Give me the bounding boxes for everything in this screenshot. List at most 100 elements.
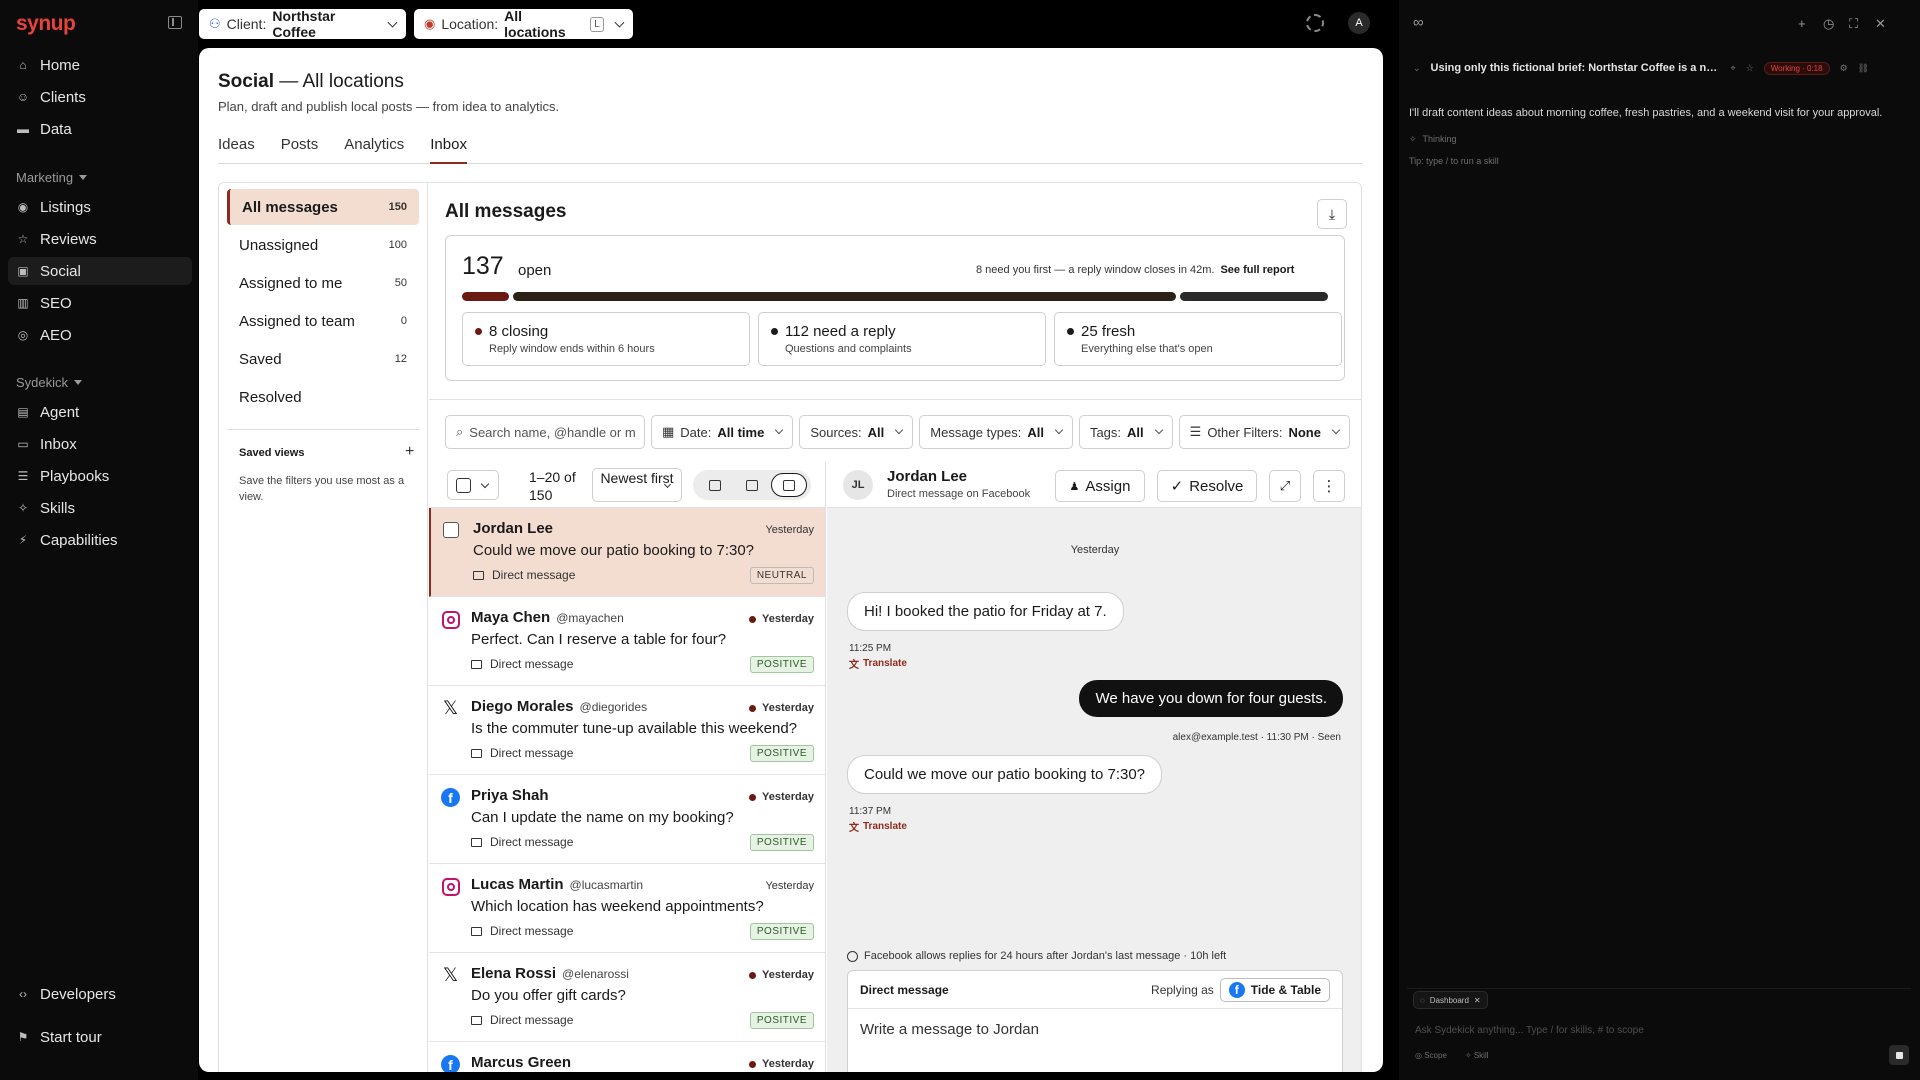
tags-filter[interactable]: Tags: All (1078, 415, 1173, 449)
context-chip[interactable]: ◌ Dashboard ✕ (1413, 991, 1488, 1009)
translate-link[interactable]: 文 Translate (849, 819, 907, 834)
link-icon[interactable]: ⛓ (1858, 63, 1869, 74)
sidebar-item-developers[interactable]: ‹› Developers (8, 980, 192, 1008)
filter-assigned-to-me[interactable]: Assigned to me 50 (227, 265, 419, 301)
close-icon[interactable]: ✕ (1474, 996, 1481, 1005)
sidebar-section-sydekick[interactable]: Sydekick (16, 375, 83, 390)
close-icon[interactable]: ✕ (1875, 16, 1886, 32)
add-saved-view-icon[interactable]: + (405, 443, 414, 461)
card-title: 8 closing (489, 323, 549, 340)
sidebar-item-clients[interactable]: ☺ Clients (8, 83, 192, 111)
summary-card-closing[interactable]: 8 closing Reply window ends within 6 hou… (462, 312, 750, 366)
sidebar-item-social[interactable]: ▣ Social (8, 257, 192, 285)
sidebar-item-listings[interactable]: ◉ Listings (8, 193, 192, 221)
filter-unassigned[interactable]: Unassigned 100 (227, 227, 419, 263)
contact-channel: Direct message on Facebook (887, 488, 1031, 500)
star-icon[interactable]: ☆ (1746, 63, 1754, 74)
sort-dropdown[interactable]: Newest first (592, 468, 682, 502)
split-view-button[interactable] (770, 473, 807, 497)
assign-button[interactable]: ♟ Assign (1055, 470, 1145, 502)
message-types-filter[interactable]: Message types: All (919, 415, 1073, 449)
filter-assigned-to-team[interactable]: Assigned to team 0 (227, 303, 419, 339)
gear-icon[interactable] (1306, 14, 1324, 32)
other-filters[interactable]: ☰ Other Filters: None (1178, 415, 1350, 449)
task-row[interactable]: ⌄ Using only this fictional brief: North… (1413, 58, 1903, 78)
sources-filter[interactable]: Sources: All (799, 415, 914, 449)
reply-page-selector[interactable]: f Tide & Table (1219, 977, 1330, 1002)
more-options-button[interactable]: ⋮ (1313, 470, 1345, 502)
sidebar-section-marketing[interactable]: Marketing (16, 170, 88, 185)
sidebar-item-skills[interactable]: ✧ Skills (8, 494, 192, 522)
sidebar-item-seo[interactable]: ▥ SEO (8, 289, 192, 317)
filter-all-messages[interactable]: All messages 150 (227, 189, 419, 225)
sidebar-item-reviews[interactable]: ☆ Reviews (8, 225, 192, 253)
skill-button[interactable]: ✧ Skill (1465, 1051, 1489, 1060)
date-filter[interactable]: ▦ Date: All time (651, 415, 794, 449)
search-input[interactable]: ⌕ Search name, @handle or m (445, 415, 645, 449)
scope-button[interactable]: ◎ Scope (1415, 1051, 1447, 1060)
fullscreen-icon[interactable]: ⛶ (1849, 16, 1858, 32)
code-icon: ‹› (19, 987, 27, 1001)
stop-button[interactable] (1889, 1045, 1909, 1065)
list-item[interactable]: Maya Chen @mayachen Yesterday Perfect. Can … (429, 597, 825, 686)
message-input[interactable]: Write a message to Jordan (848, 1009, 1342, 1050)
filter-saved[interactable]: Saved 12 (227, 341, 419, 377)
summary-card-fresh[interactable]: 25 fresh Everything else that's open (1054, 312, 1342, 366)
sidebar-item-aeo[interactable]: ◎ AEO (8, 321, 192, 349)
filter-resolved[interactable]: Resolved (227, 379, 419, 415)
summary-note: 8 need you first — a reply window closes… (976, 264, 1294, 276)
list-item[interactable]: Jordan Lee Yesterday Could we move our pat… (429, 508, 825, 597)
checkbox[interactable] (456, 478, 471, 493)
list-item[interactable]: Lucas Martin @lucasmartin Yesterday Which l… (429, 864, 825, 953)
filter-chip-label: Tags: (1089, 424, 1122, 440)
sentiment-badge: POSITIVE (749, 1012, 814, 1029)
sidebar-item-inbox[interactable]: ▭ Inbox (8, 430, 192, 458)
tab-analytics[interactable]: Analytics (344, 128, 404, 164)
sender-name: Priya Shah (471, 787, 549, 804)
history-icon[interactable]: ◷ (1823, 16, 1834, 32)
sidebar-item-start-tour[interactable]: ⚑ Start tour (8, 1023, 192, 1051)
select-all-dropdown[interactable] (447, 470, 499, 500)
sidebar-item-home[interactable]: ⌂ Home (8, 51, 192, 79)
list-item[interactable]: 𝕏 Elena Rossi @elenarossi Yesterday Do you o… (429, 953, 825, 1042)
more-vertical-icon: ⋮ (1321, 478, 1337, 495)
expand-button[interactable]: ⤢ (1269, 470, 1301, 502)
assistant-input[interactable]: Ask Sydekick anything... Type / for skil… (1415, 1025, 1644, 1036)
chevron-down-icon (1154, 425, 1163, 435)
sidebar-collapse-icon[interactable] (168, 16, 182, 29)
synup-logo[interactable]: synup (16, 12, 76, 36)
infinity-icon[interactable]: ∞ (1413, 14, 1424, 31)
resolve-button[interactable]: ✓ Resolve (1157, 470, 1257, 502)
translate-link[interactable]: 文 Translate (849, 656, 907, 671)
pin-icon[interactable]: ⌖ (1731, 63, 1736, 74)
chevron-down-icon (480, 479, 490, 489)
list-item[interactable]: f Priya Shah Yesterday Can I update the nam… (429, 775, 825, 864)
sidebar-item-agent[interactable]: ▤ Agent (8, 398, 192, 426)
tab-posts[interactable]: Posts (281, 128, 319, 164)
list-item[interactable]: 𝕏 Diego Morales @diegorides Yesterday Is the… (429, 686, 825, 775)
see-full-report-link[interactable]: See full report (1220, 264, 1294, 276)
settings-icon[interactable]: ⚙ (1840, 63, 1848, 74)
sidebar-item-data[interactable]: ▬ Data (8, 115, 192, 143)
sidebar-item-playbooks[interactable]: ☰ Playbooks (8, 462, 192, 490)
download-button[interactable]: ⤓ (1317, 199, 1347, 229)
plus-icon[interactable]: + (1798, 16, 1806, 31)
unread-dot (749, 704, 757, 712)
summary-card-need-reply[interactable]: 112 need a reply Questions and complaint… (758, 312, 1046, 366)
checkbox[interactable] (443, 522, 459, 538)
caret-down-icon (74, 380, 83, 385)
tab-ideas[interactable]: Ideas (218, 128, 255, 164)
client-selector[interactable]: ⚇ Client: Northstar Coffee (199, 8, 406, 40)
filter-chip-label: Message types: (930, 424, 1022, 440)
compact-view-button[interactable] (697, 473, 733, 497)
thinking-indicator: ✧ Thinking (1409, 134, 1457, 145)
list-item[interactable]: f Marcus Green Yesterday (429, 1042, 825, 1072)
chevron-down-icon (387, 17, 398, 27)
sidebar-item-capabilities[interactable]: ⚡ Capabilities (8, 526, 192, 554)
user-avatar[interactable]: A (1348, 12, 1370, 34)
comfortable-view-button[interactable] (734, 473, 770, 497)
tab-inbox[interactable]: Inbox (430, 128, 467, 164)
social-icon: ▣ (17, 264, 29, 278)
location-selector[interactable]: ◉ Location: All locations L (414, 8, 633, 40)
home-icon: ⌂ (19, 58, 27, 72)
